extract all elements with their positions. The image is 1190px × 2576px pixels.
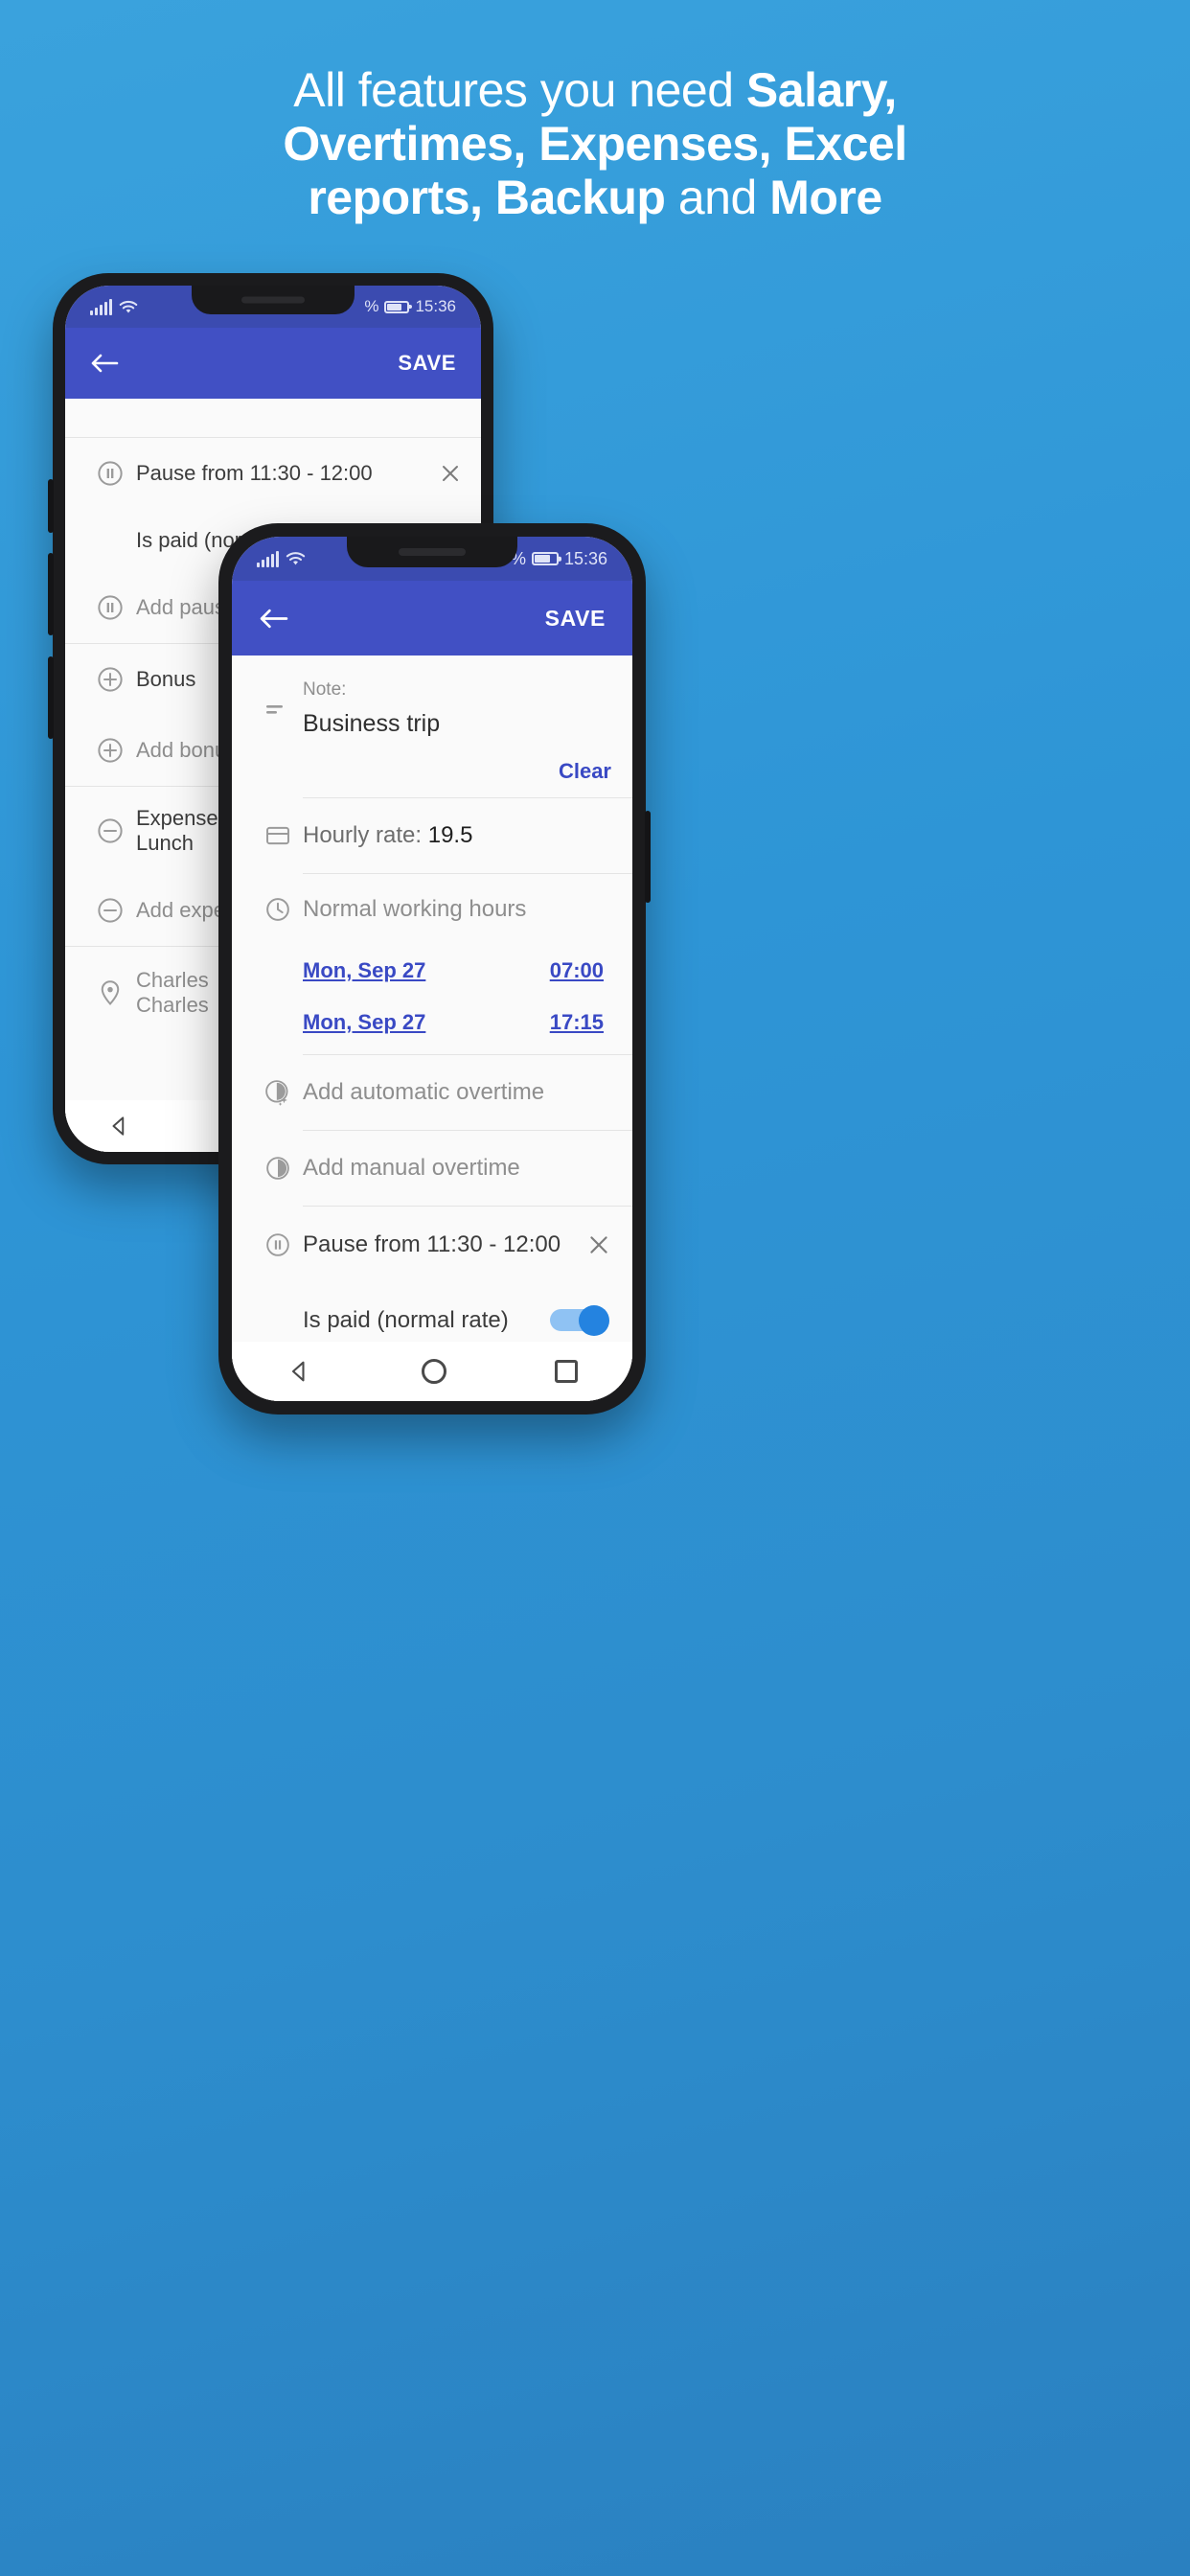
front-entry-date[interactable]: Mon, Sep 27 bbox=[303, 958, 425, 983]
close-icon[interactable] bbox=[439, 462, 462, 485]
headline-line-2: Overtimes, Expenses, Excel bbox=[86, 117, 1104, 171]
front-row-hourly-rate[interactable]: Hourly rate: 19.5 bbox=[232, 797, 632, 873]
minus-circle-icon bbox=[84, 816, 136, 845]
wifi-icon bbox=[286, 552, 306, 565]
back-arrow-icon[interactable] bbox=[259, 607, 288, 631]
front-row-working-hours: Normal working hours bbox=[232, 873, 632, 945]
front-clear-button[interactable]: Clear bbox=[303, 759, 611, 797]
back-row-label: Pause from 11:30 - 12:00 bbox=[136, 461, 373, 485]
location-pin-icon bbox=[84, 978, 136, 1007]
front-row-label: Add manual overtime bbox=[303, 1154, 520, 1181]
front-working-hours-entry-2[interactable]: Mon, Sep 27 17:15 bbox=[232, 996, 632, 1054]
front-entry-time[interactable]: 17:15 bbox=[550, 1010, 604, 1035]
pause-icon bbox=[84, 593, 136, 622]
minus-circle-icon bbox=[84, 896, 136, 925]
front-note-value[interactable]: Business trip bbox=[303, 710, 611, 738]
back-save-button[interactable]: SAVE bbox=[398, 351, 456, 376]
close-icon[interactable] bbox=[586, 1232, 611, 1257]
pause-icon bbox=[253, 1231, 303, 1258]
clock-icon bbox=[253, 896, 303, 923]
headline-line-3-regular: and bbox=[665, 171, 770, 224]
front-working-hours-entry-1[interactable]: Mon, Sep 27 07:00 bbox=[232, 944, 632, 997]
front-entry-date[interactable]: Mon, Sep 27 bbox=[303, 1010, 425, 1035]
front-row-add-manual-overtime[interactable]: Add manual overtime bbox=[232, 1130, 632, 1206]
manual-overtime-icon bbox=[253, 1155, 303, 1182]
headline-line-1-regular: All features you need bbox=[293, 63, 746, 117]
front-phone-screen: % 15:36 SAVE Note: Business trip Clear H… bbox=[232, 537, 632, 1401]
back-row-add-manual-overtime[interactable]: Add manual overtime bbox=[65, 399, 481, 437]
front-entry-time[interactable]: 07:00 bbox=[550, 958, 604, 983]
nav-home-icon[interactable] bbox=[421, 1359, 446, 1384]
headline-line-3-bold-a: reports, Backup bbox=[308, 171, 666, 224]
front-status-time: 15:36 bbox=[563, 548, 607, 568]
headline-line-3-bold-b: More bbox=[769, 171, 882, 224]
earpiece-speaker bbox=[399, 548, 466, 556]
front-hourly-rate-label: Hourly rate: bbox=[303, 821, 428, 848]
is-paid-toggle[interactable] bbox=[550, 1304, 609, 1336]
silent-switch[interactable] bbox=[48, 656, 54, 739]
front-nav-bar bbox=[232, 1342, 632, 1401]
nav-recents-icon[interactable] bbox=[555, 1360, 579, 1383]
battery-icon bbox=[384, 300, 410, 313]
pause-icon bbox=[84, 459, 136, 488]
front-hourly-rate-text: Hourly rate: 19.5 bbox=[303, 822, 611, 849]
headline-line-1-bold: Salary, bbox=[745, 63, 897, 117]
front-note-label: Note: bbox=[303, 679, 347, 700]
battery-icon bbox=[531, 552, 559, 565]
front-row-pause[interactable]: Pause from 11:30 - 12:00 bbox=[232, 1206, 632, 1283]
plus-circle-icon bbox=[84, 665, 136, 694]
notch bbox=[192, 286, 355, 314]
front-row-label: Pause from 11:30 - 12:00 bbox=[303, 1230, 561, 1257]
headline-line-1: All features you need Salary, bbox=[86, 63, 1104, 117]
nav-back-icon[interactable] bbox=[107, 1114, 132, 1138]
power-button[interactable] bbox=[645, 811, 651, 903]
back-row-pause[interactable]: Pause from 11:30 - 12:00 bbox=[65, 438, 481, 509]
earpiece-speaker bbox=[241, 296, 305, 304]
front-save-button[interactable]: SAVE bbox=[545, 606, 606, 632]
back-arrow-icon[interactable] bbox=[90, 352, 119, 375]
front-row-label: Add automatic overtime bbox=[303, 1078, 545, 1105]
front-phone-mockup: % 15:36 SAVE Note: Business trip Clear H… bbox=[218, 523, 651, 1414]
headline-line-3: reports, Backup and More bbox=[86, 171, 1104, 224]
front-hourly-rate-value: 19.5 bbox=[427, 821, 473, 848]
back-status-time: 15:36 bbox=[415, 297, 456, 315]
signal-bars-icon bbox=[90, 298, 112, 315]
front-entry-list: Note: Business trip Clear Hourly rate: 1… bbox=[232, 656, 632, 1401]
volume-down-button[interactable] bbox=[48, 553, 54, 635]
battery-percent-glyph: % bbox=[364, 297, 379, 315]
plus-circle-icon bbox=[84, 736, 136, 765]
front-note-section[interactable]: Note: Business trip Clear bbox=[232, 656, 632, 797]
nav-back-icon[interactable] bbox=[286, 1358, 313, 1385]
front-row-add-automatic-overtime[interactable]: Add automatic overtime bbox=[232, 1054, 632, 1130]
back-app-bar: SAVE bbox=[65, 328, 481, 399]
front-app-bar: SAVE bbox=[232, 581, 632, 656]
auto-overtime-icon bbox=[253, 1078, 303, 1107]
note-lines-icon bbox=[253, 677, 303, 797]
volume-up-button[interactable] bbox=[48, 479, 54, 533]
headline-line-2-bold: Overtimes, Expenses, Excel bbox=[283, 117, 907, 171]
signal-bars-icon bbox=[257, 550, 279, 567]
front-working-hours-label: Normal working hours bbox=[303, 895, 527, 922]
wifi-icon bbox=[119, 300, 138, 313]
page-title: All features you need Salary, Overtimes,… bbox=[0, 63, 1190, 224]
credit-card-icon bbox=[253, 822, 303, 849]
front-is-paid-label: Is paid (normal rate) bbox=[303, 1306, 509, 1333]
notch bbox=[347, 537, 517, 567]
